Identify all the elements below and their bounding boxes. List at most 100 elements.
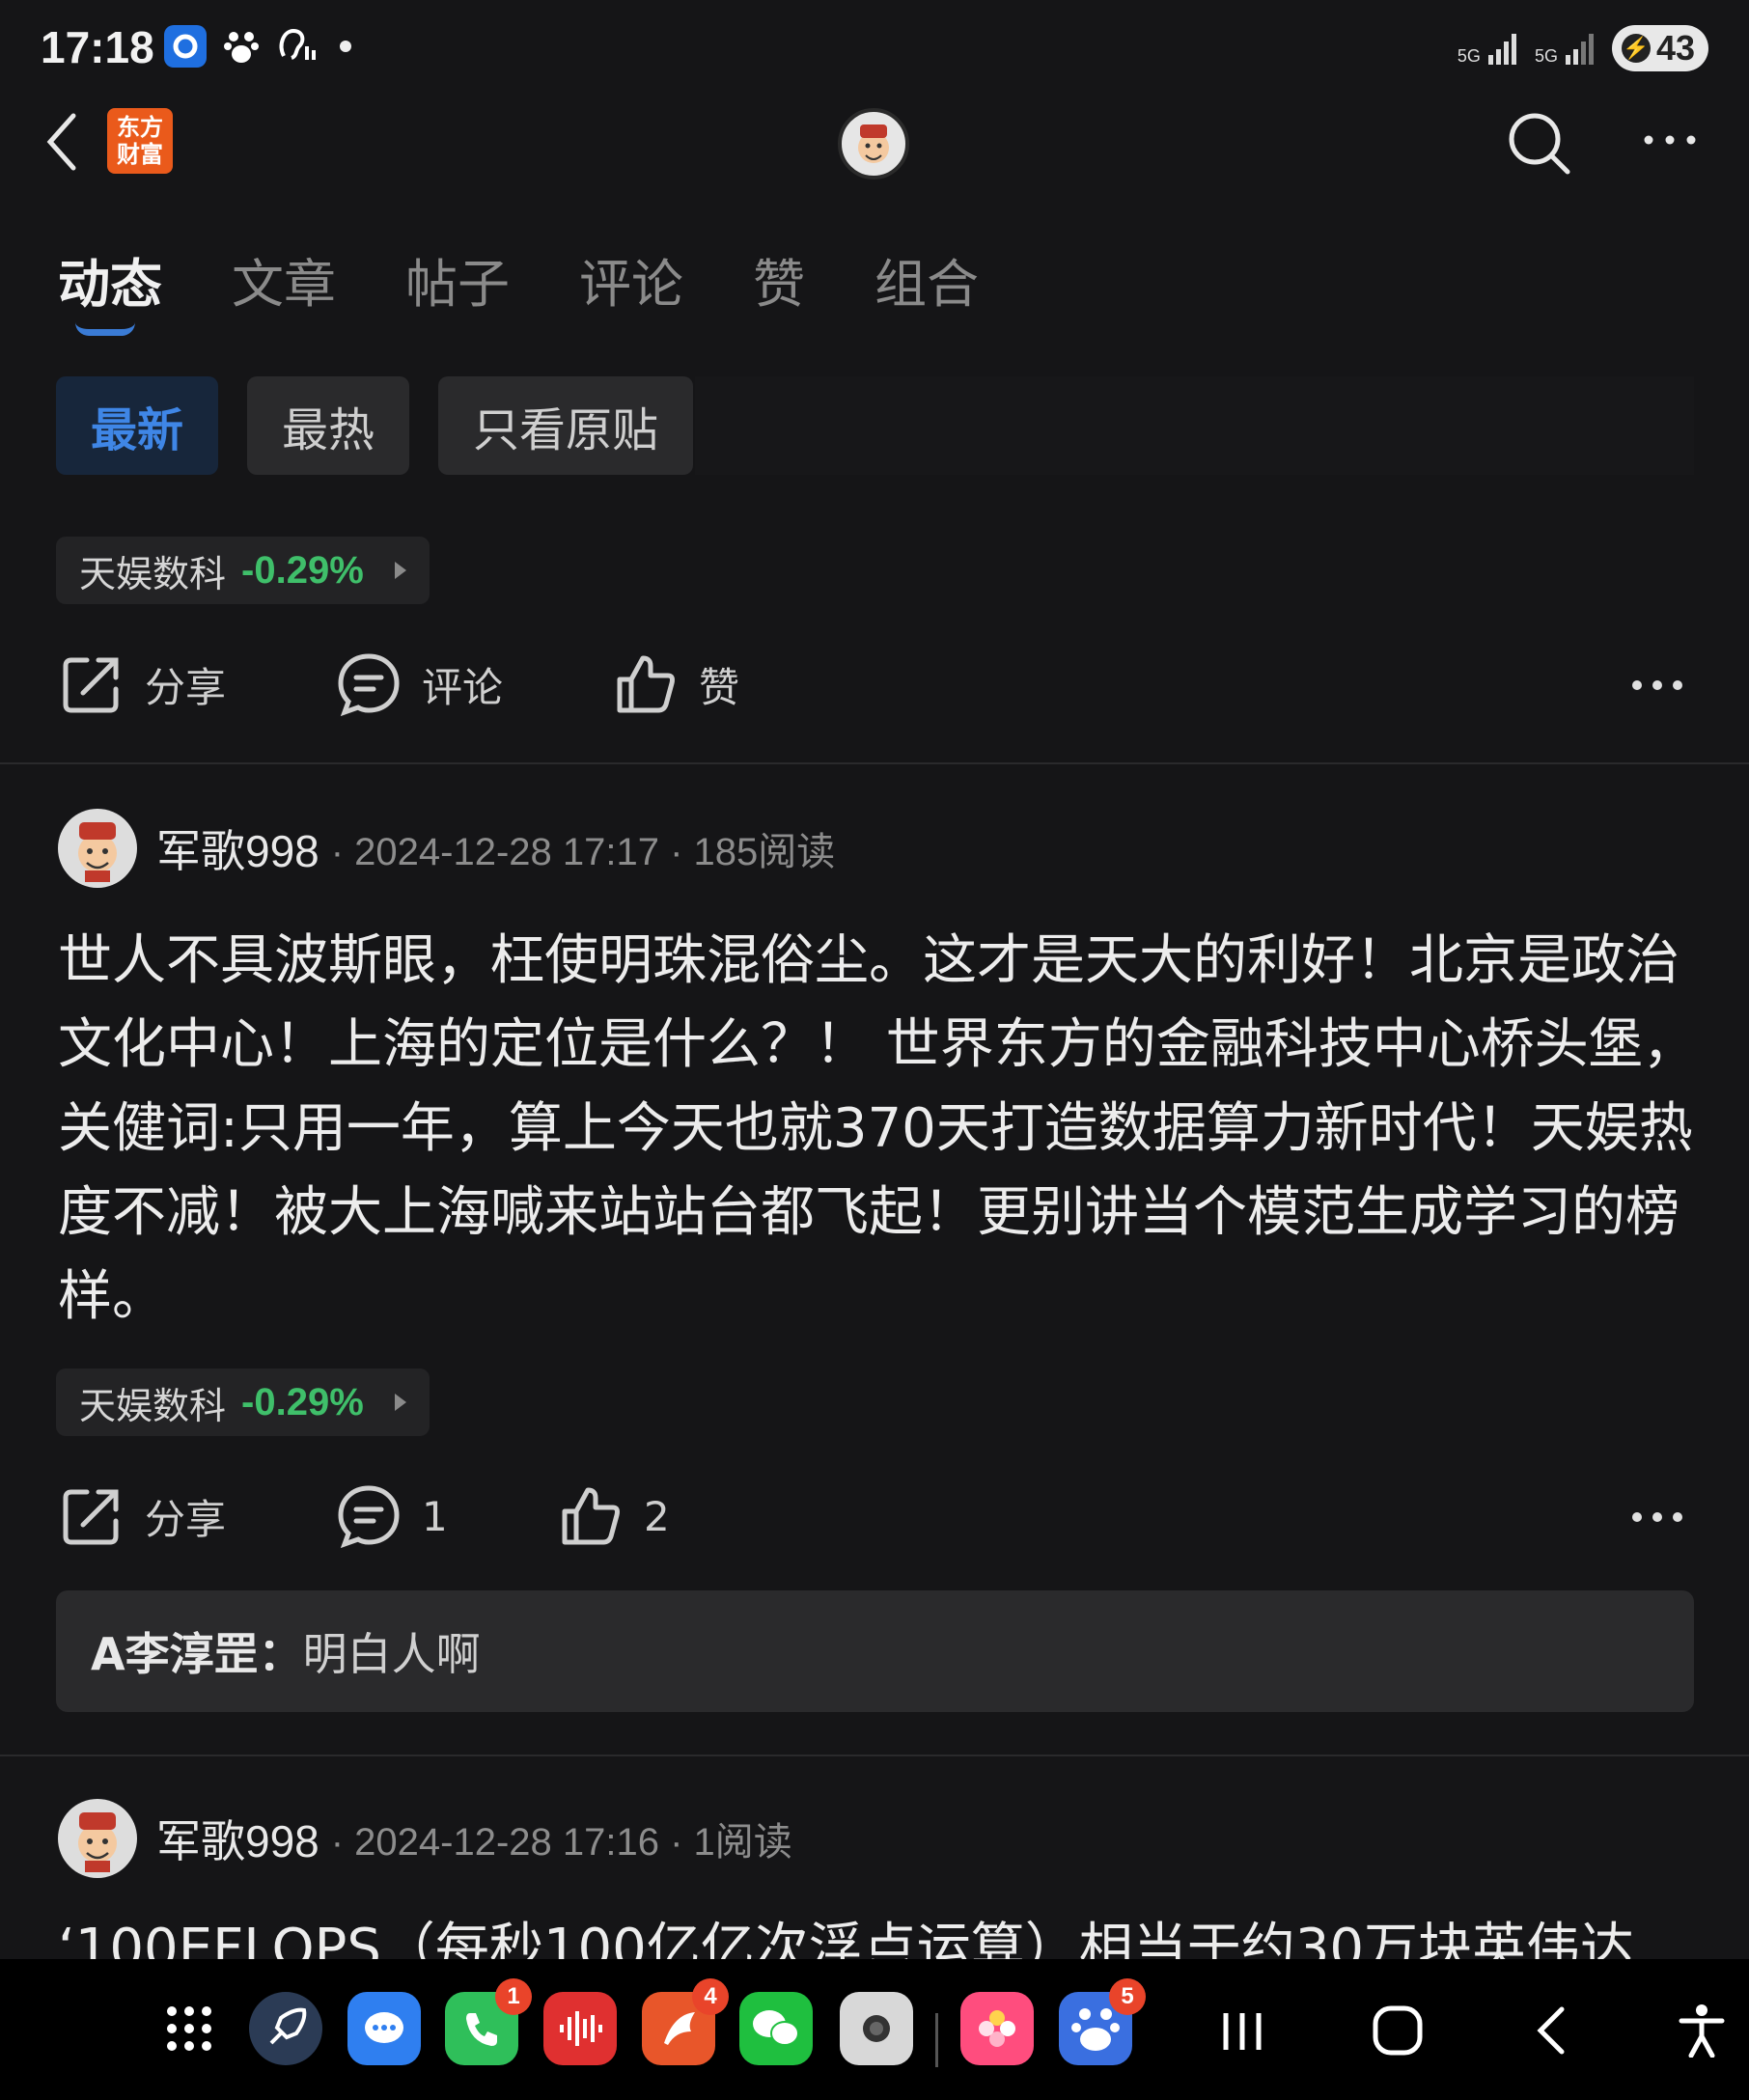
like-button[interactable]: 赞 [612, 650, 998, 718]
grid-icon [167, 2006, 211, 2051]
tab-posts[interactable]: 帖子 [405, 241, 510, 318]
wechat-app-icon[interactable] [739, 1992, 813, 2065]
post-body[interactable]: 世人不具波斯眼，枉使明珠混俗尘。这才是天大的利好！北京是政治文化中心！上海的定位… [58, 919, 1699, 1339]
dock-separator [935, 2013, 938, 2067]
battery-indicator: ⚡ 43 [1611, 25, 1708, 71]
comment-count: 1 [422, 1492, 448, 1540]
more-horizontal-icon [1632, 680, 1682, 690]
top-item-actions: 分享 评论 赞 [58, 650, 998, 718]
caishen-avatar-icon [858, 124, 889, 163]
net-label-2: 5G [1534, 46, 1558, 66]
comment-text: 明白人啊 [302, 1628, 481, 1680]
app-drawer-button[interactable] [153, 1992, 226, 2065]
share-icon [63, 657, 119, 713]
divider [0, 762, 1749, 764]
comment-preview[interactable]: A李淳罡： 明白人啊 [56, 1590, 1694, 1712]
comment-button[interactable]: 评论 [335, 650, 612, 718]
hearing-icon [276, 25, 319, 68]
messages-app-icon[interactable] [347, 1992, 421, 2065]
tab-articles[interactable]: 文章 [232, 241, 336, 318]
logo-line-2: 财富 [117, 141, 163, 168]
accessibility-icon [1679, 2004, 1725, 2059]
system-nav-bar: 1 4 5 [0, 1959, 1749, 2100]
battery-level: 43 [1655, 28, 1695, 68]
logo-line-1: 东方 [117, 114, 163, 141]
stock-name: 天娱数科 [79, 552, 227, 595]
profile-avatar[interactable] [838, 108, 909, 180]
gallery-app-icon[interactable] [960, 1992, 1034, 2065]
signal-5g-2: 5G [1535, 32, 1596, 65]
post-more-button[interactable] [1631, 1507, 1683, 1531]
profile-tabs: 动态 文章 帖子 评论 赞 组合 [58, 241, 1048, 318]
comment-icon [338, 1485, 400, 1549]
more-horizontal-icon [1644, 135, 1696, 145]
author-name[interactable]: 军歌998 [156, 816, 319, 880]
post-header: 军歌998 · 2024-12-28 17:16 · 1阅读 [58, 1799, 792, 1878]
author-name[interactable]: 军歌998 [156, 1807, 319, 1870]
more-horizontal-icon [1632, 1512, 1682, 1522]
net-label-1: 5G [1457, 46, 1481, 66]
comment-icon [338, 653, 400, 717]
play-arrow-icon [394, 1394, 406, 1411]
filter-latest[interactable]: 最新 [56, 376, 219, 475]
item-more-button[interactable] [1631, 676, 1683, 699]
active-tab-indicator [75, 322, 135, 336]
comment-user: A李淳罡： [91, 1628, 303, 1680]
stock-tag[interactable]: 天娱数科 -0.29% [56, 1368, 430, 1436]
voice-recorder-icon[interactable] [543, 1992, 617, 2065]
filter-hot[interactable]: 最热 [247, 376, 410, 475]
tab-likes[interactable]: 赞 [753, 241, 805, 318]
status-notification-icons [164, 25, 351, 68]
camera-app-icon[interactable] [840, 1992, 913, 2065]
baidu-badge: 5 [1109, 1978, 1146, 2015]
rocket-app-icon[interactable] [249, 1992, 322, 2065]
chevron-left-icon [1537, 2006, 1565, 2055]
filter-strip-bg [695, 376, 1694, 475]
home-button[interactable] [1371, 2003, 1425, 2061]
tab-comments[interactable]: 评论 [579, 241, 683, 318]
post-meta: · 2024-12-28 17:16 · 1阅读 [330, 1821, 792, 1864]
tab-portfolio[interactable]: 组合 [874, 241, 979, 318]
post-actions: 分享 1 2 [58, 1482, 847, 1550]
like-button[interactable]: 2 [557, 1482, 847, 1550]
share-label: 分享 [145, 1495, 227, 1543]
stock-tag[interactable]: 天娱数科 -0.29% [56, 537, 430, 604]
status-time: 17:18 [41, 22, 154, 72]
search-button[interactable] [1506, 110, 1573, 178]
baidu-app-icon[interactable]: 5 [1059, 1978, 1146, 2065]
more-options-button[interactable] [1641, 125, 1699, 154]
app-logo: 东方 财富 [107, 108, 173, 174]
taskbar-dock: 1 4 5 [0, 1978, 1749, 2077]
stock-change: -0.29% [241, 548, 364, 592]
author-avatar[interactable] [58, 1799, 137, 1878]
tab-dynamics[interactable]: 动态 [58, 241, 162, 318]
back-button[interactable] [39, 108, 87, 176]
home-icon [1373, 2005, 1423, 2056]
app-notification-icon [164, 25, 207, 68]
baidu-paw-icon [220, 25, 263, 68]
like-count: 2 [644, 1492, 670, 1540]
caishen-avatar-icon [78, 1812, 117, 1872]
news-app-icon[interactable]: 4 [642, 1978, 729, 2065]
news-badge: 4 [692, 1978, 729, 2015]
like-label: 赞 [699, 663, 740, 711]
nav-back-button[interactable] [1533, 2003, 1571, 2061]
signal-5g-1: 5G [1458, 32, 1519, 65]
author-avatar[interactable] [58, 809, 137, 888]
comment-button[interactable]: 1 [335, 1482, 557, 1550]
post-body-preview[interactable]: ‘100EFLOPS（每秒100亿亿次浮点运算）相当于约30万块英伟达 [58, 1907, 1699, 1959]
post-meta: · 2024-12-28 17:17 · 185阅读 [330, 831, 836, 873]
comment-label: 评论 [422, 663, 504, 711]
accessibility-button[interactable] [1678, 2003, 1726, 2061]
filter-original-only[interactable]: 只看原贴 [438, 376, 694, 475]
divider [0, 1755, 1749, 1756]
share-button[interactable]: 分享 [58, 1482, 335, 1550]
post-header: 军歌998 · 2024-12-28 17:17 · 185阅读 [58, 809, 835, 888]
signal-bars-icon [1565, 34, 1594, 65]
sort-filters: 最新 最热 只看原贴 [56, 376, 694, 475]
phone-app-icon[interactable]: 1 [445, 1978, 532, 2065]
recent-apps-button[interactable] [1218, 2007, 1266, 2059]
signal-bars-icon [1487, 34, 1516, 65]
thumbs-up-icon [562, 1487, 620, 1545]
share-button[interactable]: 分享 [58, 650, 335, 718]
